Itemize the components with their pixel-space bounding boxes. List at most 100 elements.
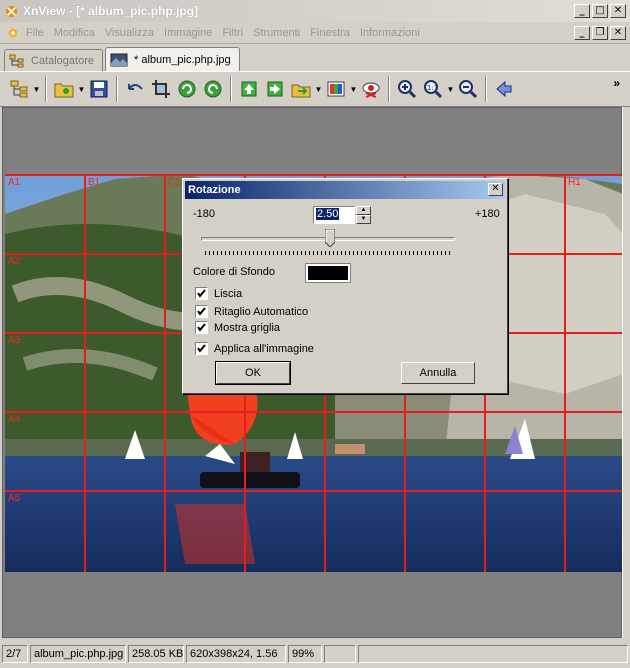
cancel-button[interactable]: Annulla bbox=[401, 362, 475, 384]
save-button[interactable] bbox=[86, 76, 112, 102]
ok-button[interactable]: OK bbox=[215, 361, 291, 385]
background-color-picker[interactable] bbox=[305, 263, 351, 283]
grid-label-col: H1 bbox=[568, 177, 581, 188]
zoom-fit-icon: 1:1 bbox=[424, 80, 443, 99]
menu-visualizza[interactable]: Visualizza bbox=[105, 27, 154, 39]
smooth-checkbox[interactable] bbox=[195, 287, 208, 300]
grid-label-col: C1 bbox=[168, 177, 181, 188]
status-bar: 2/7 album_pic.php.jpg 258.05 KB 620x398x… bbox=[0, 640, 630, 668]
toolbar-separator bbox=[388, 76, 390, 102]
option-show-grid[interactable]: Mostra griglia bbox=[195, 321, 280, 334]
mdi-restore-button[interactable]: ❐ bbox=[592, 26, 608, 40]
back-button[interactable] bbox=[491, 76, 517, 102]
autocrop-checkbox[interactable] bbox=[195, 305, 208, 318]
option-label: Applica all'immagine bbox=[214, 342, 314, 355]
undo-icon bbox=[128, 84, 143, 90]
rotate-left-button[interactable] bbox=[174, 76, 200, 102]
grid-label-row: A3 bbox=[8, 335, 21, 346]
maximize-button[interactable]: □ bbox=[592, 4, 608, 18]
tab-image[interactable]: * album_pic.php.jpg bbox=[105, 47, 240, 71]
next-file-icon bbox=[267, 81, 283, 97]
angle-slider-thumb[interactable] bbox=[324, 229, 335, 247]
title-bar: XnView - [* album_pic.php.jpg] _ □ ✕ bbox=[0, 0, 630, 22]
status-spacer bbox=[358, 645, 628, 663]
tab-catalogatore[interactable]: Catalogatore bbox=[4, 49, 103, 71]
status-dimensions: 620x398x24, 1.56 bbox=[186, 645, 286, 663]
background-color-fill bbox=[308, 266, 348, 280]
browser-button[interactable] bbox=[6, 76, 32, 102]
back-arrow-icon bbox=[496, 80, 512, 98]
document-menu-icon[interactable] bbox=[6, 26, 20, 40]
rotation-dialog: Rotazione ✕ -180 +180 2.50 ▲ ▼ Colore di… bbox=[182, 178, 508, 394]
toolbar-separator bbox=[116, 76, 118, 102]
undo-button[interactable] bbox=[122, 76, 148, 102]
option-autocrop[interactable]: Ritaglio Automatico bbox=[195, 305, 308, 318]
min-angle-label: -180 bbox=[193, 208, 216, 220]
open-folder-icon bbox=[54, 83, 74, 98]
crop-button[interactable] bbox=[148, 76, 174, 102]
grid-label-row: A2 bbox=[8, 256, 21, 267]
tree-icon bbox=[9, 54, 24, 67]
rotate-left-icon bbox=[178, 80, 196, 98]
color-adjust-button[interactable] bbox=[323, 76, 349, 102]
zoom-in-icon bbox=[398, 80, 417, 99]
zoom-dropdown[interactable]: ▼ bbox=[446, 85, 455, 94]
checkmark-icon bbox=[197, 323, 206, 332]
minimize-button[interactable]: _ bbox=[574, 4, 590, 18]
zoom-out-button[interactable] bbox=[455, 76, 481, 102]
vertical-scrollbar[interactable] bbox=[622, 107, 630, 638]
mdi-minimize-button[interactable]: _ bbox=[574, 26, 590, 40]
menu-strumenti[interactable]: Strumenti bbox=[253, 27, 300, 39]
save-icon bbox=[90, 80, 108, 98]
red-eye-button[interactable] bbox=[358, 76, 384, 102]
angle-spinner[interactable]: ▲ ▼ bbox=[356, 206, 371, 224]
mdi-close-button[interactable]: ✕ bbox=[610, 26, 626, 40]
menu-bar: File Modifica Visualizza Immagine Filtri… bbox=[0, 22, 630, 44]
open-dropdown[interactable]: ▼ bbox=[77, 85, 86, 94]
menu-informazioni[interactable]: Informazioni bbox=[360, 27, 420, 39]
toolbar-overflow-button[interactable]: » bbox=[613, 76, 620, 90]
option-apply-to-image[interactable]: Applica all'immagine bbox=[195, 342, 314, 355]
menu-immagine[interactable]: Immagine bbox=[164, 27, 212, 39]
zoom-in-button[interactable] bbox=[394, 76, 420, 102]
option-label: Liscia bbox=[214, 287, 243, 300]
color-icon bbox=[327, 81, 345, 97]
spin-down-button[interactable]: ▼ bbox=[356, 215, 371, 224]
status-filename: album_pic.php.jpg bbox=[30, 645, 126, 663]
angle-input[interactable]: 2.50 bbox=[313, 206, 355, 224]
menu-filtri[interactable]: Filtri bbox=[222, 27, 243, 39]
dialog-title-bar: Rotazione ✕ bbox=[185, 181, 505, 199]
rotate-right-button[interactable] bbox=[200, 76, 226, 102]
convert-button[interactable] bbox=[288, 76, 314, 102]
previous-file-button[interactable] bbox=[236, 76, 262, 102]
convert-dropdown[interactable]: ▼ bbox=[314, 85, 323, 94]
checkmark-icon bbox=[197, 289, 206, 298]
grid-label-row: A4 bbox=[8, 414, 21, 425]
tab-label: Catalogatore bbox=[31, 54, 94, 67]
next-file-button[interactable] bbox=[262, 76, 288, 102]
grid-label-col: B1 bbox=[88, 177, 101, 188]
option-smooth[interactable]: Liscia bbox=[195, 287, 242, 300]
convert-icon bbox=[291, 84, 311, 98]
dialog-close-button[interactable]: ✕ bbox=[488, 183, 503, 196]
toolbar-separator bbox=[45, 76, 47, 102]
apply-to-image-checkbox[interactable] bbox=[195, 342, 208, 355]
checkmark-icon bbox=[197, 344, 206, 353]
close-button[interactable]: ✕ bbox=[610, 4, 626, 18]
rotate-right-icon bbox=[204, 80, 222, 98]
xnview-logo-icon bbox=[5, 5, 18, 17]
menu-modifica[interactable]: Modifica bbox=[54, 27, 95, 39]
menu-file[interactable]: File bbox=[26, 27, 44, 39]
spin-up-button[interactable]: ▲ bbox=[356, 206, 371, 215]
zoom-fit-button[interactable]: 1:1 bbox=[420, 76, 446, 102]
tab-label: * album_pic.php.jpg bbox=[134, 53, 231, 66]
open-button[interactable] bbox=[51, 76, 77, 102]
grid-label-row: A5 bbox=[8, 493, 21, 504]
color-dropdown[interactable]: ▼ bbox=[349, 85, 358, 94]
zoom-out-icon bbox=[459, 80, 478, 99]
tab-bar: Catalogatore * album_pic.php.jpg bbox=[0, 45, 630, 71]
menu-finestra[interactable]: Finestra bbox=[310, 27, 350, 39]
show-grid-checkbox[interactable] bbox=[195, 321, 208, 334]
browser-dropdown[interactable]: ▼ bbox=[32, 85, 41, 94]
previous-file-icon bbox=[241, 81, 257, 97]
